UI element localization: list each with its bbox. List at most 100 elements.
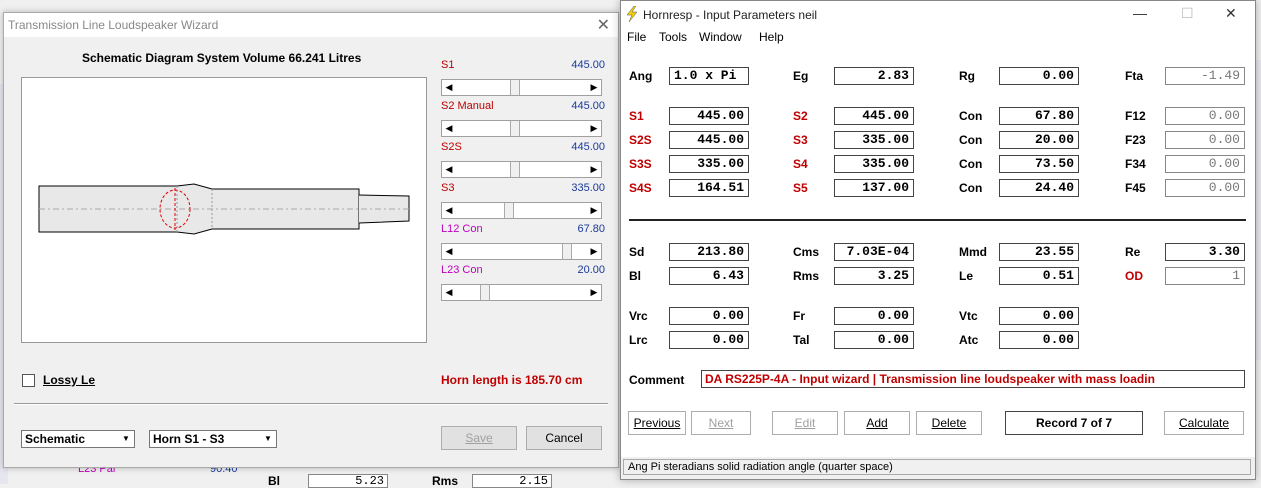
param-field[interactable]: 0.00 — [669, 307, 749, 325]
param-label: Vtc — [959, 309, 978, 323]
slider-track[interactable]: ◀ ▶ — [441, 161, 602, 178]
slider-track[interactable]: ◀ ▶ — [441, 79, 602, 96]
wizard-titlebar[interactable]: Transmission Line Loudspeaker Wizard ✕ — [4, 13, 618, 37]
param-field[interactable]: 2.83 — [834, 67, 914, 85]
param-field[interactable]: 0.00 — [834, 307, 914, 325]
param-field[interactable]: 445.00 — [834, 107, 914, 125]
lossy-le-label[interactable]: Lossy Le — [43, 373, 95, 387]
slider-value: 445.00 — [571, 59, 605, 71]
param-label: S4S — [629, 181, 652, 195]
param-field[interactable]: 137.00 — [834, 179, 914, 197]
arrow-left-icon[interactable]: ◀ — [442, 203, 456, 218]
param-field[interactable]: 1.0 x Pi — [669, 67, 749, 85]
param-field[interactable]: 445.00 — [669, 131, 749, 149]
slider-thumb[interactable] — [510, 121, 520, 136]
comment-label: Comment — [629, 373, 685, 387]
param-field[interactable]: 0.00 — [999, 307, 1079, 325]
param-field[interactable]: 0.00 — [999, 67, 1079, 85]
param-label: F12 — [1125, 109, 1146, 123]
param-field[interactable]: 335.00 — [834, 155, 914, 173]
slider-value: 335.00 — [571, 182, 605, 194]
param-field[interactable]: 0.00 — [1165, 179, 1245, 197]
param-label: Sd — [629, 245, 645, 259]
calculate-button[interactable]: Calculate — [1164, 411, 1244, 435]
close-icon[interactable]: ✕ — [597, 15, 610, 35]
save-button[interactable]: Save — [441, 426, 517, 450]
param-field[interactable]: 6.43 — [669, 267, 749, 285]
param-label: S3 — [793, 133, 808, 147]
arrow-right-icon[interactable]: ▶ — [587, 162, 601, 177]
slider-track[interactable]: ◀ ▶ — [441, 120, 602, 137]
param-label: Fta — [1125, 69, 1143, 83]
param-field[interactable]: 0.00 — [1165, 155, 1245, 173]
hornresp-titlebar[interactable]: Hornresp - Input Parameters neil — ☐ ✕ — [621, 1, 1255, 27]
param-field[interactable]: 23.55 — [999, 243, 1079, 261]
bg-bl-field: 5.23 — [308, 474, 388, 488]
param-field[interactable]: 3.30 — [1165, 243, 1245, 261]
slider-value: 445.00 — [571, 100, 605, 112]
edit-button[interactable]: Edit — [772, 411, 838, 435]
param-field[interactable]: 0.00 — [999, 331, 1079, 349]
param-field[interactable]: 213.80 — [669, 243, 749, 261]
slider-thumb[interactable] — [504, 203, 514, 218]
param-field[interactable]: 0.51 — [999, 267, 1079, 285]
slider-track[interactable]: ◀ ▶ — [441, 202, 602, 219]
param-field[interactable]: 73.50 — [999, 155, 1079, 173]
previous-button[interactable]: Previous — [628, 411, 686, 435]
close-icon[interactable]: ✕ — [1225, 5, 1237, 22]
param-field[interactable]: 67.80 — [999, 107, 1079, 125]
param-field[interactable]: 7.03E-04 — [834, 243, 914, 261]
param-field[interactable]: 0.00 — [834, 331, 914, 349]
cancel-button[interactable]: Cancel — [526, 426, 602, 450]
minimize-icon[interactable]: — — [1133, 5, 1147, 21]
chevron-down-icon[interactable]: ▼ — [261, 432, 275, 446]
arrow-right-icon[interactable]: ▶ — [587, 203, 601, 218]
param-label: Con — [959, 181, 983, 195]
param-field[interactable]: 3.25 — [834, 267, 914, 285]
chevron-down-icon[interactable]: ▼ — [119, 432, 133, 446]
arrow-left-icon[interactable]: ◀ — [442, 285, 456, 300]
param-field[interactable]: 445.00 — [669, 107, 749, 125]
maximize-icon[interactable]: ☐ — [1181, 5, 1194, 22]
arrow-left-icon[interactable]: ◀ — [442, 162, 456, 177]
param-field[interactable]: -1.49 — [1165, 67, 1245, 85]
menu-window[interactable]: Window — [699, 30, 742, 44]
slider-thumb[interactable] — [562, 244, 572, 259]
param-label: S2 — [793, 109, 808, 123]
slider-label: S1 — [441, 59, 455, 71]
next-button[interactable]: Next — [691, 411, 751, 435]
menu-file[interactable]: File — [627, 30, 646, 44]
delete-button[interactable]: Delete — [916, 411, 982, 435]
arrow-right-icon[interactable]: ▶ — [587, 121, 601, 136]
arrow-right-icon[interactable]: ▶ — [587, 244, 601, 259]
range-select[interactable]: Horn S1 - S3 ▼ — [149, 430, 277, 448]
param-field[interactable]: 0.00 — [669, 331, 749, 349]
arrow-left-icon[interactable]: ◀ — [442, 121, 456, 136]
slider-track[interactable]: ◀ ▶ — [441, 243, 602, 260]
slider-track[interactable]: ◀ ▶ — [441, 284, 602, 301]
slider-thumb[interactable] — [510, 80, 520, 95]
slider-thumb[interactable] — [510, 162, 520, 177]
param-field[interactable]: 1 — [1165, 267, 1245, 285]
param-field[interactable]: 335.00 — [669, 155, 749, 173]
arrow-right-icon[interactable]: ▶ — [587, 80, 601, 95]
param-field[interactable]: 20.00 — [999, 131, 1079, 149]
arrow-left-icon[interactable]: ◀ — [442, 80, 456, 95]
slider-label: S2 Manual — [441, 100, 494, 112]
add-button[interactable]: Add — [844, 411, 910, 435]
comment-field[interactable]: DA RS225P-4A - Input wizard | Transmissi… — [701, 370, 1245, 388]
lossy-le-checkbox[interactable] — [22, 374, 35, 387]
param-field[interactable]: 24.40 — [999, 179, 1079, 197]
arrow-right-icon[interactable]: ▶ — [587, 285, 601, 300]
view-select[interactable]: Schematic ▼ — [21, 430, 135, 448]
param-field[interactable]: 0.00 — [1165, 131, 1245, 149]
bg-rms-label: Rms — [432, 474, 459, 488]
param-field[interactable]: 0.00 — [1165, 107, 1245, 125]
schematic-title: Schematic Diagram System Volume 66.241 L… — [82, 51, 362, 65]
param-field[interactable]: 335.00 — [834, 131, 914, 149]
menu-help[interactable]: Help — [759, 30, 784, 44]
arrow-left-icon[interactable]: ◀ — [442, 244, 456, 259]
menu-tools[interactable]: Tools — [659, 30, 687, 44]
slider-thumb[interactable] — [480, 285, 490, 300]
param-field[interactable]: 164.51 — [669, 179, 749, 197]
